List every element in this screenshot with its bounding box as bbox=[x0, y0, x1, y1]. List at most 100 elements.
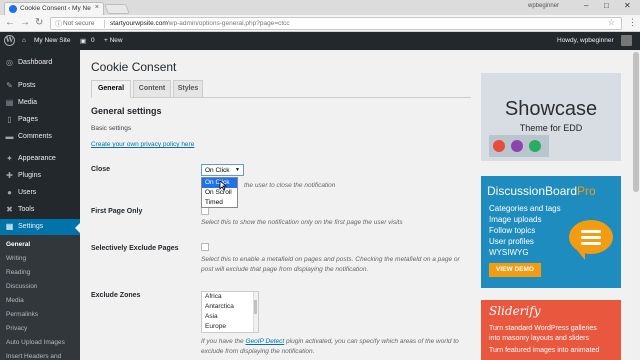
browser-menu-icon[interactable]: ⋮ bbox=[628, 17, 637, 28]
view-demo-button[interactable]: VIEW DEMO bbox=[489, 263, 541, 277]
dbp-title-accent: Pro bbox=[577, 184, 596, 198]
privacy-policy-link[interactable]: Create your own privacy policy here bbox=[91, 141, 194, 148]
comments-count[interactable]: 0 bbox=[91, 37, 95, 44]
tab-close-icon[interactable]: × bbox=[95, 4, 99, 11]
forward-icon[interactable]: → bbox=[20, 17, 30, 28]
option-timed[interactable]: Timed bbox=[202, 198, 237, 208]
listbox-scrollbar[interactable] bbox=[253, 292, 258, 332]
new-content-link[interactable]: + New bbox=[104, 37, 123, 44]
tab-general[interactable]: General bbox=[91, 80, 131, 98]
browser-user[interactable]: wpbeginner bbox=[528, 3, 559, 9]
discussionboard-ad[interactable]: DiscussionBoardPro Categories and tags I… bbox=[481, 176, 621, 288]
sidebar-item-label: Media bbox=[18, 99, 38, 106]
home-icon: ⌂ bbox=[22, 37, 26, 44]
minimize-icon[interactable]: – bbox=[584, 1, 588, 10]
exclude-zones-label: Exclude Zones bbox=[91, 292, 141, 299]
first-page-checkbox[interactable] bbox=[201, 207, 209, 215]
list-item[interactable]: Antarctica bbox=[205, 303, 234, 310]
separator bbox=[104, 20, 105, 28]
sidebar-item-label: Settings bbox=[18, 223, 44, 230]
thumb-dot bbox=[493, 140, 505, 152]
url-path: /wp-admin/options-general.php?page=ctcc bbox=[167, 20, 290, 27]
thumb-dot bbox=[511, 140, 523, 152]
sidebar-item-users[interactable]: ● Users bbox=[0, 185, 80, 202]
dbp-feature: Categories and tags bbox=[489, 204, 561, 213]
url-host: startyourwpsite.com bbox=[110, 20, 168, 27]
dbp-feature: WYSIWYG bbox=[489, 248, 529, 257]
close-select[interactable]: On Click ▼ bbox=[201, 164, 244, 176]
address-bar[interactable]: ⓘ Not secure startyourwpsite.com /wp-adm… bbox=[50, 17, 622, 30]
new-tab-button[interactable] bbox=[104, 4, 130, 14]
tab-content[interactable]: Content bbox=[133, 80, 171, 98]
browser-tab[interactable]: Cookie Consent ‹ My Ne × bbox=[4, 2, 104, 15]
avatar[interactable] bbox=[621, 35, 632, 46]
pin-icon: ✎ bbox=[6, 81, 13, 90]
brush-icon: ✦ bbox=[6, 154, 13, 163]
not-secure-label: Not secure bbox=[63, 20, 95, 27]
settings-submenu: General Writing Reading Discussion Media… bbox=[0, 235, 80, 360]
comments-icon[interactable]: ▣ bbox=[80, 37, 86, 45]
howdy-user[interactable]: Howdy, wpbeginner bbox=[557, 37, 614, 44]
submenu-privacy[interactable]: Privacy bbox=[6, 325, 27, 332]
list-item[interactable]: Africa bbox=[205, 293, 222, 300]
close-window-icon[interactable]: ✕ bbox=[624, 1, 631, 10]
page-scrollbar[interactable] bbox=[632, 50, 640, 360]
sidebar-item-comments[interactable]: ▬ Comments bbox=[0, 129, 80, 146]
discussionboard-title: DiscussionBoardPro bbox=[487, 184, 596, 198]
sidebar-item-pages[interactable]: ▯ Pages bbox=[0, 112, 80, 129]
listbox-scroll-thumb[interactable] bbox=[254, 300, 257, 314]
exclude-pages-checkbox[interactable] bbox=[201, 243, 209, 251]
sidebar-item-tools[interactable]: ✖ Tools bbox=[0, 202, 80, 219]
sidebar-item-label: Plugins bbox=[18, 172, 41, 179]
submenu-discussion[interactable]: Discussion bbox=[6, 283, 37, 290]
submenu-insert-headers[interactable]: Insert Headers and bbox=[6, 353, 61, 360]
site-name-link[interactable]: My New Site bbox=[34, 37, 70, 44]
bookmark-star-icon[interactable]: ☆ bbox=[608, 18, 615, 27]
list-item[interactable]: Asia bbox=[205, 313, 218, 320]
close-description: the user to close the notification bbox=[244, 182, 336, 189]
user-icon: ● bbox=[7, 188, 12, 197]
back-icon[interactable]: ← bbox=[5, 17, 15, 28]
sidebar-item-label: Users bbox=[18, 189, 37, 196]
sidebar-item-plugins[interactable]: ✚ Plugins bbox=[0, 168, 80, 185]
maximize-icon[interactable]: □ bbox=[604, 1, 609, 10]
wordpress-logo-icon[interactable]: W bbox=[4, 35, 15, 46]
submenu-permalinks[interactable]: Permalinks bbox=[6, 311, 38, 318]
sliderify-line: into masonry layouts and sliders bbox=[489, 335, 589, 342]
submenu-auto-upload-images[interactable]: Auto Upload Images bbox=[6, 339, 65, 346]
sidebar-item-label: Comments bbox=[18, 133, 52, 140]
chat-bubble-tail bbox=[577, 250, 585, 260]
submenu-writing[interactable]: Writing bbox=[6, 255, 26, 262]
geoip-detect-link[interactable]: GeoIP Detect bbox=[245, 338, 284, 345]
exclude-zones-description: If you have the GeoIP Detect plugin acti… bbox=[201, 337, 466, 356]
sidebar-item-label: Pages bbox=[18, 116, 38, 123]
sidebar-item-dashboard[interactable]: ◎ Dashboard bbox=[0, 55, 80, 72]
sliderify-ad[interactable]: Sliderify Turn standard WordPress galler… bbox=[481, 300, 621, 360]
submenu-reading[interactable]: Reading bbox=[6, 269, 30, 276]
sidebar-item-posts[interactable]: ✎ Posts bbox=[0, 78, 80, 95]
submenu-general[interactable]: General bbox=[6, 241, 30, 248]
sliderify-line: Turn standard WordPress galleries bbox=[489, 325, 597, 332]
exclude-zones-listbox[interactable]: Africa Antarctica Asia Europe bbox=[201, 291, 259, 333]
wrench-icon: ✖ bbox=[6, 205, 13, 214]
sliderify-line: Turn featured images into animated bbox=[489, 347, 600, 354]
showcase-ad[interactable]: Showcase Theme for EDD bbox=[481, 73, 621, 161]
tab-styles[interactable]: Styles bbox=[173, 80, 203, 98]
reload-icon[interactable]: ↻ bbox=[35, 17, 43, 28]
sidebar-item-media[interactable]: ▤ Media bbox=[0, 95, 80, 112]
browser-toolbar: ← → ↻ ⓘ Not secure startyourwpsite.com /… bbox=[0, 15, 640, 32]
sidebar-item-label: Posts bbox=[18, 82, 36, 89]
sidebar-item-appearance[interactable]: ✦ Appearance bbox=[0, 151, 80, 168]
submenu-media[interactable]: Media bbox=[6, 297, 24, 304]
page-title: Cookie Consent bbox=[91, 60, 177, 74]
wp-admin-bar: W ⌂ My New Site ▣ 0 + New Howdy, wpbegin… bbox=[0, 32, 640, 50]
sidebar-item-label: Appearance bbox=[18, 155, 56, 162]
info-icon[interactable]: ⓘ bbox=[55, 19, 62, 29]
list-item[interactable]: Europe bbox=[205, 323, 226, 330]
page-scroll-thumb[interactable] bbox=[633, 52, 639, 192]
sidebar-item-settings[interactable]: ▦ Settings bbox=[0, 219, 80, 236]
dbp-feature: Image uploads bbox=[489, 215, 542, 224]
first-page-description: Select this to show the notification onl… bbox=[201, 219, 403, 226]
dbp-feature: Follow topics bbox=[489, 226, 536, 235]
first-page-label: First Page Only bbox=[91, 208, 143, 215]
